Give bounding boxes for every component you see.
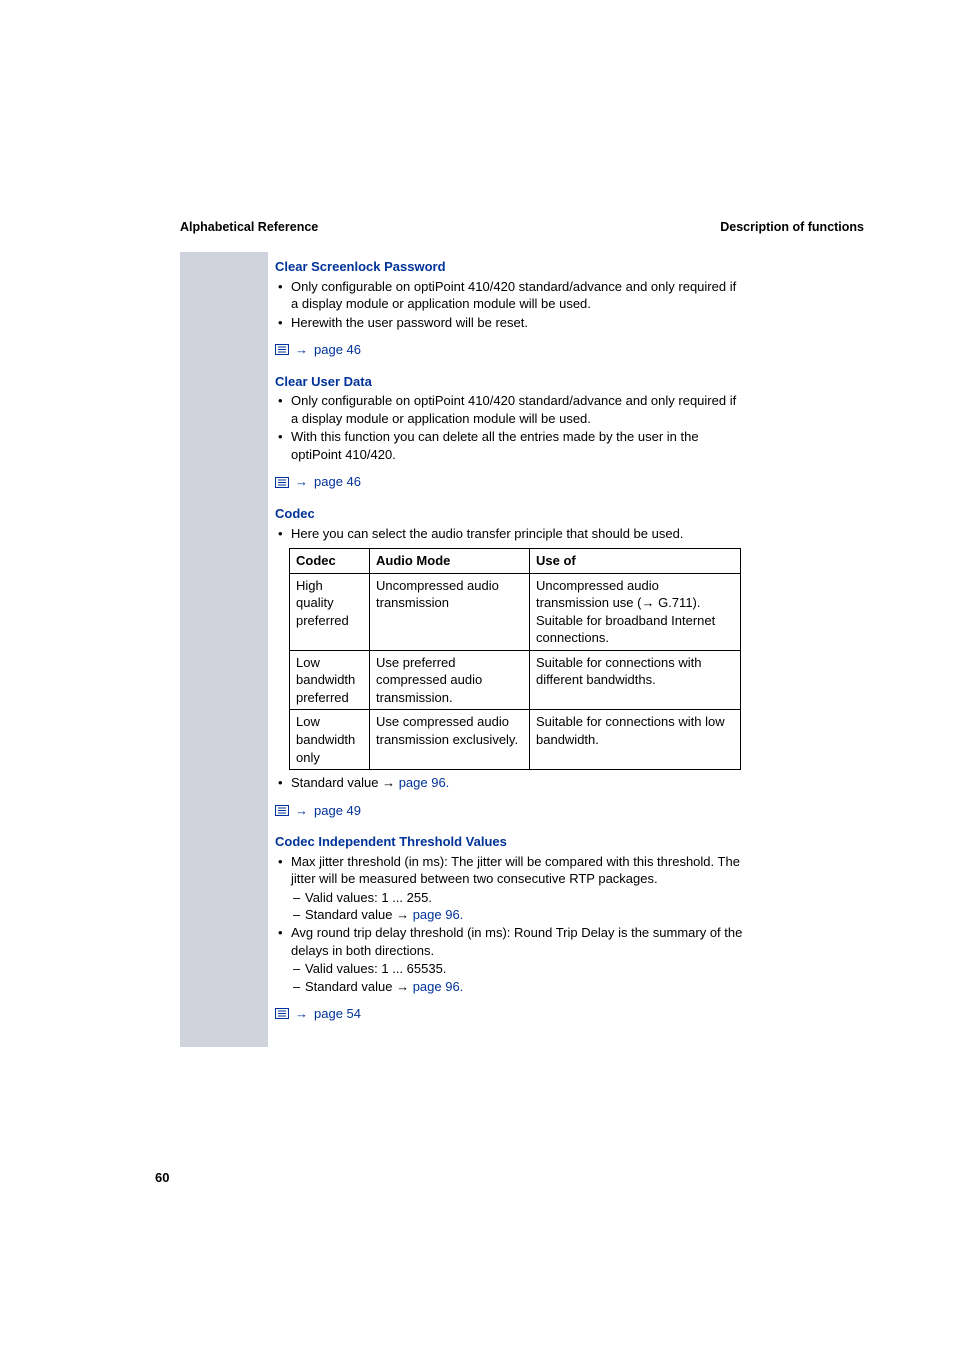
sec3-ref-text: page 49 <box>314 802 361 820</box>
cell-use-3: Suitable for connections with low bandwi… <box>530 710 741 770</box>
sec2-reference[interactable]: → page 46 <box>275 473 745 491</box>
arrow-icon: → <box>396 979 409 994</box>
section-title-clear-screenlock: Clear Screenlock Password <box>275 258 745 276</box>
arrow-icon: → <box>295 473 308 491</box>
th-codec: Codec <box>290 549 370 574</box>
sec4-bullet-2: Avg round trip delay threshold (in ms): … <box>275 924 745 959</box>
sec4-sub-3: Valid values: 1 ... 65535. <box>275 960 745 978</box>
cell-codec-3: Low bandwidth only <box>290 710 370 770</box>
sec3-std-bullet: Standard value → page 96. <box>275 774 745 792</box>
form-icon <box>275 477 289 488</box>
sec4-sub-1: Valid values: 1 ... 255. <box>275 889 745 907</box>
section-title-codec-thresholds: Codec Independent Threshold Values <box>275 833 745 851</box>
header-left: Alphabetical Reference <box>180 220 318 234</box>
sec1-reference[interactable]: → page 46 <box>275 341 745 359</box>
arrow-icon: → <box>382 775 395 790</box>
sec2-bullet-2: With this function you can delete all th… <box>275 428 745 463</box>
sec4-s4a: Standard value <box>305 979 396 994</box>
sec3-reference[interactable]: → page 49 <box>275 802 745 820</box>
sec4-ref-text: page 54 <box>314 1005 361 1023</box>
table-row: High quality preferred Uncompressed audi… <box>290 573 741 650</box>
sec1-bullet-1: Only configurable on optiPoint 410/420 s… <box>275 278 745 313</box>
th-use-of: Use of <box>530 549 741 574</box>
table-row: Low bandwidth preferred Use preferred co… <box>290 650 741 710</box>
sec1-bullet-2: Herewith the user password will be reset… <box>275 314 745 332</box>
section-title-codec: Codec <box>275 505 745 523</box>
sec4-sub-4: Standard value → page 96. <box>275 978 745 996</box>
header-right: Description of functions <box>720 220 864 234</box>
page-number: 60 <box>155 1170 169 1185</box>
form-icon <box>275 1008 289 1019</box>
sec3-std-a: Standard value <box>291 775 382 790</box>
arrow-icon: → <box>295 1005 308 1023</box>
th-audio-mode: Audio Mode <box>370 549 530 574</box>
table-row: Low bandwidth only Use compressed audio … <box>290 710 741 770</box>
cell-codec-2: Low bandwidth preferred <box>290 650 370 710</box>
arrow-icon: → <box>295 802 308 820</box>
form-icon <box>275 344 289 355</box>
page-header: Alphabetical Reference Description of fu… <box>180 220 864 234</box>
sec1-ref-text: page 46 <box>314 341 361 359</box>
arrow-icon: → <box>641 595 654 610</box>
sec4-s2b[interactable]: page 96. <box>409 907 463 922</box>
sec3-std-b[interactable]: page 96. <box>395 775 449 790</box>
sec4-s2a: Standard value <box>305 907 396 922</box>
sec2-ref-text: page 46 <box>314 473 361 491</box>
form-icon <box>275 805 289 816</box>
table-header-row: Codec Audio Mode Use of <box>290 549 741 574</box>
codec-table: Codec Audio Mode Use of High quality pre… <box>289 548 741 770</box>
cell-use-1: Uncompressed audio transmission use (→ G… <box>530 573 741 650</box>
sec4-s4b[interactable]: page 96. <box>409 979 463 994</box>
sec3-bullet-1: Here you can select the audio transfer p… <box>275 525 745 543</box>
sec4-sub-2: Standard value → page 96. <box>275 906 745 924</box>
cell-codec-1: High quality preferred <box>290 573 370 650</box>
sec4-reference[interactable]: → page 54 <box>275 1005 745 1023</box>
arrow-icon: → <box>295 341 308 359</box>
main-content: Clear Screenlock Password Only configura… <box>275 258 745 1037</box>
sec2-bullet-1: Only configurable on optiPoint 410/420 s… <box>275 392 745 427</box>
cell-mode-1: Uncompressed audio transmission <box>370 573 530 650</box>
cell-mode-3: Use compressed audio transmission exclus… <box>370 710 530 770</box>
arrow-icon: → <box>396 907 409 922</box>
cell-use-2: Suitable for connections with different … <box>530 650 741 710</box>
sec4-bullet-1: Max jitter threshold (in ms): The jitter… <box>275 853 745 888</box>
section-title-clear-user-data: Clear User Data <box>275 373 745 391</box>
sidebar-stripe <box>180 252 268 1047</box>
cell-mode-2: Use preferred compressed audio transmiss… <box>370 650 530 710</box>
